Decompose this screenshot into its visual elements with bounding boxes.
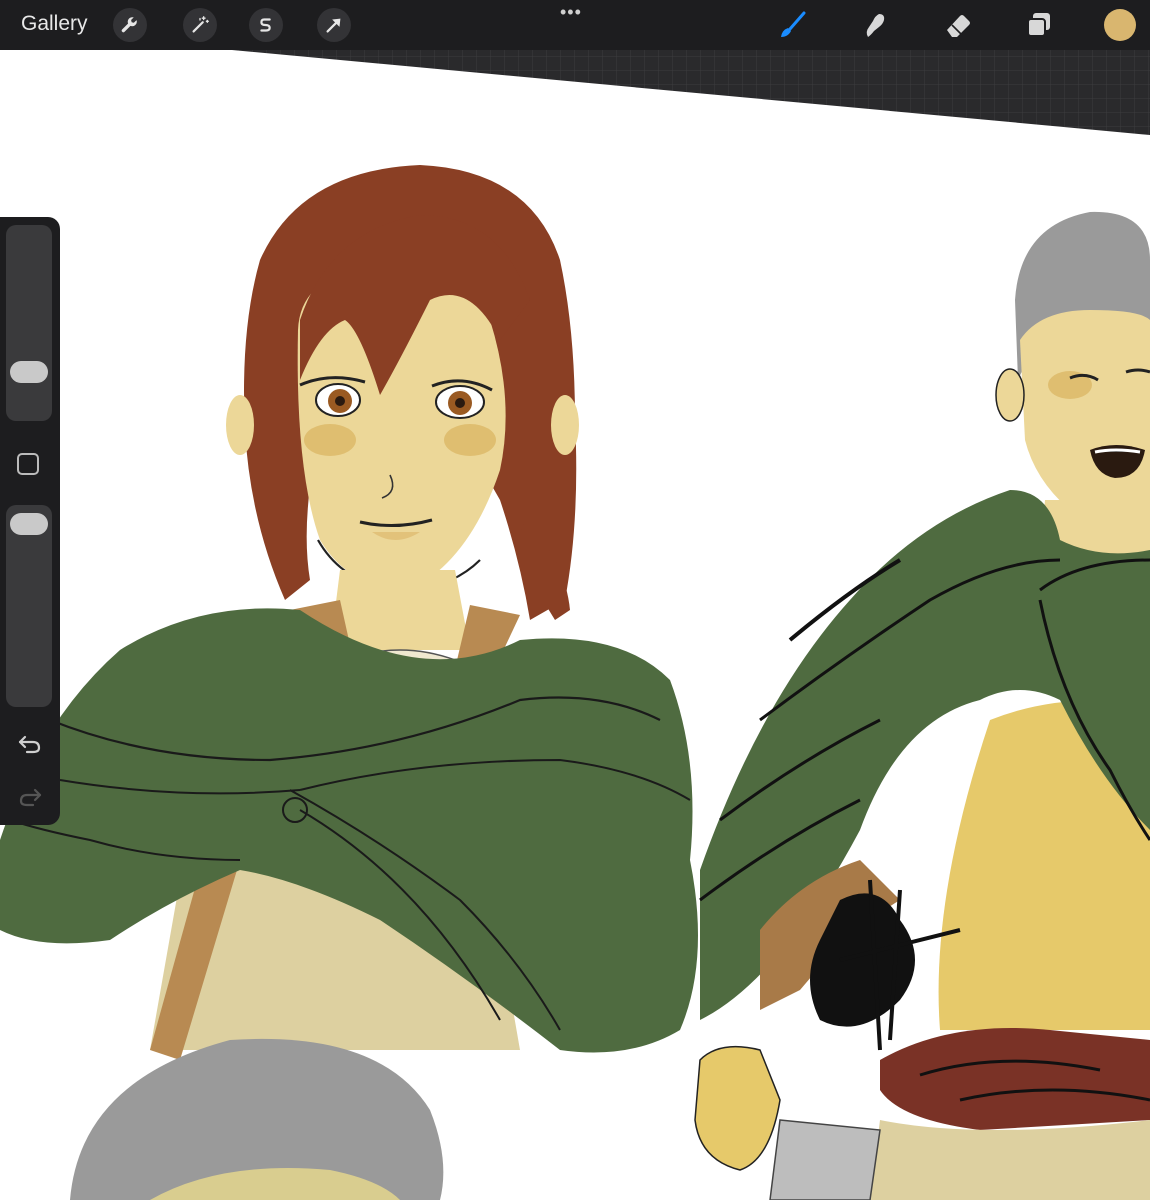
belt	[880, 1028, 1150, 1130]
drawing-canvas[interactable]	[0, 50, 1150, 1200]
modify-square-icon[interactable]	[17, 453, 39, 475]
opacity-slider[interactable]	[6, 505, 52, 707]
wrench-icon[interactable]	[113, 8, 147, 42]
artwork	[0, 50, 1150, 1200]
eraser-icon[interactable]	[941, 8, 975, 42]
current-color-swatch[interactable]	[1104, 9, 1136, 41]
brush-size-slider[interactable]	[6, 225, 52, 421]
top-toolbar: Gallery •••	[0, 0, 1150, 50]
magic-wand-icon[interactable]	[183, 8, 217, 42]
selection-s-icon[interactable]	[249, 8, 283, 42]
brush-size-thumb[interactable]	[10, 361, 48, 383]
transform-arrow-icon[interactable]	[317, 8, 351, 42]
left-sidebar	[0, 217, 60, 825]
more-options-icon[interactable]: •••	[560, 2, 582, 23]
brush-icon[interactable]	[776, 8, 810, 42]
opacity-thumb[interactable]	[10, 513, 48, 535]
smudge-icon[interactable]	[858, 8, 892, 42]
undo-icon[interactable]	[13, 729, 47, 759]
gallery-button[interactable]: Gallery	[21, 12, 88, 36]
layers-icon[interactable]	[1022, 8, 1056, 42]
redo-icon[interactable]	[13, 782, 47, 812]
